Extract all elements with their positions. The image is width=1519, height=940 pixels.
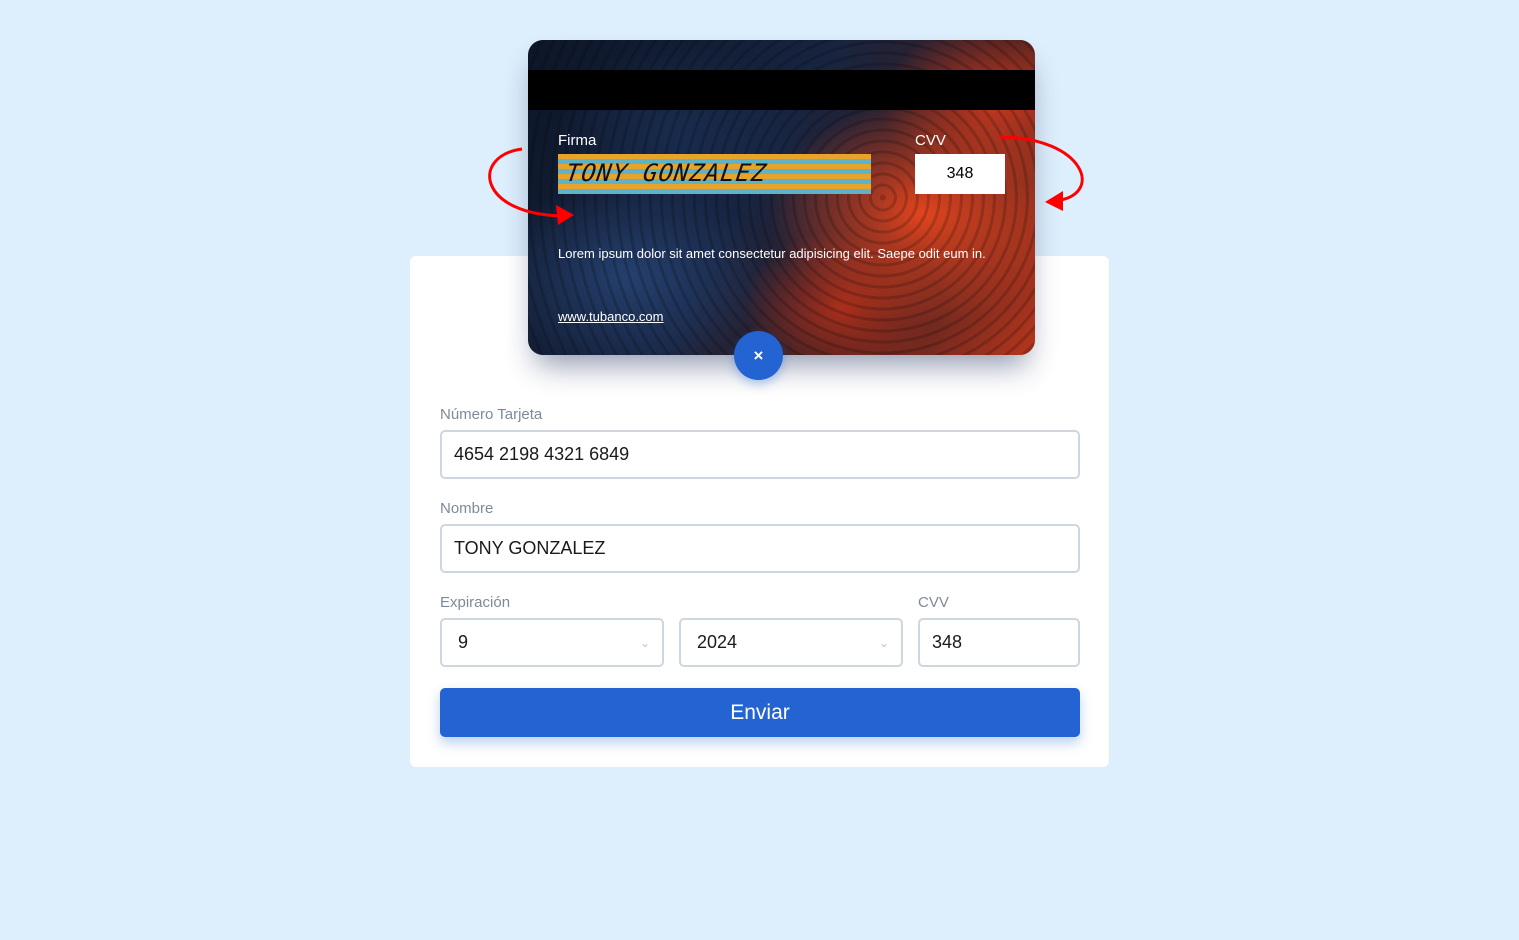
close-button[interactable]: × bbox=[734, 331, 783, 380]
submit-button[interactable]: Enviar bbox=[440, 688, 1080, 737]
year-value: 2024 bbox=[697, 632, 738, 652]
name-label: Nombre bbox=[440, 500, 494, 517]
bank-url-link[interactable]: www.tubanco.com bbox=[558, 309, 664, 324]
card-number-label: Número Tarjeta bbox=[440, 406, 543, 423]
cvv-input[interactable]: 348 bbox=[918, 618, 1080, 667]
card-number-input[interactable]: 4654 2198 4321 6849 bbox=[440, 430, 1080, 479]
name-value: TONY GONZALEZ bbox=[454, 538, 606, 558]
signature-strip: TONY GONZALEZ bbox=[558, 154, 871, 194]
magnetic-stripe bbox=[528, 70, 1035, 110]
right-arrow-head bbox=[1045, 191, 1063, 211]
card-legend: Lorem ipsum dolor sit amet consectetur a… bbox=[558, 246, 986, 261]
close-icon: × bbox=[753, 345, 764, 365]
name-input[interactable]: TONY GONZALEZ bbox=[440, 524, 1080, 573]
card-cvv-label: CVV bbox=[915, 132, 946, 149]
card-number-value: 4654 2198 4321 6849 bbox=[454, 444, 630, 464]
signature-label: Firma bbox=[558, 132, 597, 149]
cvv-label: CVV bbox=[918, 594, 949, 611]
chevron-down-icon: ⌄ bbox=[639, 635, 650, 650]
year-select[interactable]: 2024 ⌄ bbox=[679, 618, 903, 667]
expiration-label: Expiración bbox=[440, 594, 511, 611]
cvv-value: 348 bbox=[932, 632, 963, 652]
credit-card-back[interactable]: Firma CVV TONY GONZALEZ 348 Lorem ipsum … bbox=[528, 40, 1035, 355]
chevron-down-icon: ⌄ bbox=[878, 635, 889, 650]
card-cvv-value: 348 bbox=[915, 154, 1005, 194]
month-select[interactable]: 9 ⌄ bbox=[440, 618, 664, 667]
month-value: 9 bbox=[458, 632, 469, 652]
signature-text: TONY GONZALEZ bbox=[564, 159, 769, 187]
